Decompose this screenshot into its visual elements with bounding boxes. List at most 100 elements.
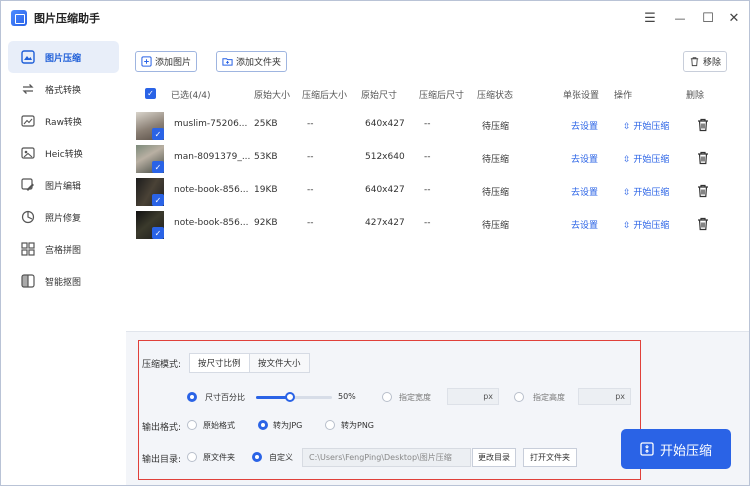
original-dim: 640x427 <box>365 119 405 129</box>
trash-icon <box>690 57 699 67</box>
delete-icon[interactable] <box>697 184 709 198</box>
smart-cutout-icon <box>21 274 35 288</box>
sidebar-item-grid-collage[interactable]: 宫格拼图 <box>8 233 119 265</box>
width-radio[interactable] <box>382 392 392 402</box>
sidebar-item-photo-repair[interactable]: 照片修复 <box>8 201 119 233</box>
table-row: ✓ man-8091379_... 53KB -- 512x640 -- 待压缩… <box>126 143 746 176</box>
file-name: muslim-75206... <box>174 119 248 129</box>
delete-icon[interactable] <box>697 151 709 165</box>
height-label: 指定高度 <box>533 393 565 402</box>
remove-button[interactable]: 移除 <box>683 51 728 72</box>
compress-icon: ⇳ <box>623 122 634 132</box>
size-percent-radio[interactable] <box>187 392 197 402</box>
header-original-size: 原始大小 <box>254 91 291 101</box>
file-name: note-book-856... <box>174 185 249 195</box>
format-png-label: 转为PNG <box>341 421 375 430</box>
sidebar-item-heic-convert[interactable]: Heic转换 <box>8 137 119 169</box>
sidebar-item-label: 照片修复 <box>45 213 82 224</box>
close-button[interactable]: ✕ <box>725 9 743 27</box>
format-jpg-label: 转为JPG <box>273 421 303 430</box>
format-original-label: 原始格式 <box>203 421 235 430</box>
start-compress-link[interactable]: ⇳ 开始压缩 <box>623 152 669 165</box>
original-dim: 512x640 <box>365 152 405 162</box>
setting-link[interactable]: 去设置 <box>571 218 598 231</box>
tab-by-file-size[interactable]: 按文件大小 <box>250 353 310 373</box>
compressed-dim: -- <box>424 218 431 228</box>
start-compress-button[interactable]: 开始压缩 <box>621 429 731 469</box>
thumbnail[interactable]: ✓ <box>136 112 164 140</box>
sidebar-item-label: 格式转换 <box>45 85 82 96</box>
format-convert-icon <box>22 84 34 94</box>
maximize-button[interactable]: ☐ <box>699 9 717 27</box>
row-checkbox[interactable]: ✓ <box>152 128 164 140</box>
dir-custom-radio[interactable] <box>252 452 262 462</box>
open-folder-button[interactable]: 打开文件夹 <box>523 448 577 467</box>
row-checkbox[interactable]: ✓ <box>152 161 164 173</box>
thumbnail[interactable]: ✓ <box>136 178 164 206</box>
size-percent-label: 尺寸百分比 <box>205 393 245 402</box>
delete-icon[interactable] <box>697 118 709 132</box>
image-edit-icon <box>21 178 34 191</box>
status: 待压缩 <box>482 221 510 231</box>
height-input[interactable]: px <box>578 388 631 405</box>
sidebar-item-image-compress[interactable]: 图片压缩 <box>8 41 119 73</box>
table-row: ✓ note-book-856... 19KB -- 640x427 -- 待压… <box>126 176 746 209</box>
setting-link[interactable]: 去设置 <box>571 185 598 198</box>
grid-collage-icon <box>21 242 35 256</box>
add-image-icon <box>141 56 152 67</box>
format-png-radio[interactable] <box>325 420 335 430</box>
header-selected: 已选(4/4) <box>171 91 211 101</box>
format-original-radio[interactable] <box>187 420 197 430</box>
row-checkbox[interactable]: ✓ <box>152 227 164 239</box>
start-compress-link[interactable]: ⇳ 开始压缩 <box>623 119 669 132</box>
row-checkbox[interactable]: ✓ <box>152 194 164 206</box>
main-panel: 添加图片 添加文件夹 移除 ✓ 已选(4/4) 原始大小 压缩后大小 原始尺寸 … <box>126 41 749 485</box>
original-size: 92KB <box>254 218 278 228</box>
compressed-size: -- <box>307 218 314 228</box>
header-delete: 删除 <box>686 91 705 101</box>
tab-by-size-ratio[interactable]: 按尺寸比例 <box>189 353 250 373</box>
thumbnail[interactable]: ✓ <box>136 145 164 173</box>
menu-icon[interactable]: ☰ <box>641 9 659 27</box>
delete-icon[interactable] <box>697 217 709 231</box>
sidebar-item-label: 智能抠图 <box>45 277 82 288</box>
height-radio[interactable] <box>514 392 524 402</box>
minimize-button[interactable]: — <box>671 9 689 27</box>
status: 待压缩 <box>482 188 510 198</box>
dir-custom-label: 自定义 <box>269 453 293 462</box>
file-name: man-8091379_... <box>174 152 251 162</box>
dir-label: 输出目录: <box>142 455 182 465</box>
output-path-input[interactable]: C:\Users\FengPing\Desktop\图片压缩 <box>302 448 471 467</box>
start-compress-link[interactable]: ⇳ 开始压缩 <box>623 218 669 231</box>
width-input[interactable]: px <box>447 388 499 405</box>
sidebar-item-label: 图片压缩 <box>45 53 82 64</box>
app-logo-icon <box>11 10 27 26</box>
format-jpg-radio[interactable] <box>258 420 268 430</box>
add-folder-button[interactable]: 添加文件夹 <box>216 51 288 72</box>
compress-icon: ⇳ <box>623 188 634 198</box>
sidebar-item-format-convert[interactable]: 格式转换 <box>8 73 119 105</box>
status: 待压缩 <box>482 122 510 132</box>
sidebar-item-image-edit[interactable]: 图片编辑 <box>8 169 119 201</box>
compressed-dim: -- <box>424 119 431 129</box>
setting-link[interactable]: 去设置 <box>571 152 598 165</box>
setting-link[interactable]: 去设置 <box>571 119 598 132</box>
mode-label: 压缩模式: <box>142 360 182 370</box>
sidebar-item-smart-cutout[interactable]: 智能抠图 <box>8 265 119 297</box>
dir-original-radio[interactable] <box>187 452 197 462</box>
slider-handle[interactable] <box>285 392 295 402</box>
change-dir-button[interactable]: 更改目录 <box>472 448 516 467</box>
add-image-button[interactable]: 添加图片 <box>135 51 198 72</box>
header-compressed-dim: 压缩后尺寸 <box>419 91 465 101</box>
compressed-dim: -- <box>424 152 431 162</box>
select-all-checkbox[interactable]: ✓ <box>145 88 156 99</box>
raw-convert-icon <box>21 115 35 127</box>
thumbnail[interactable]: ✓ <box>136 211 164 239</box>
start-compress-link[interactable]: ⇳ 开始压缩 <box>623 185 669 198</box>
compress-icon <box>640 442 654 456</box>
original-size: 25KB <box>254 119 278 129</box>
sidebar-item-label: 图片编辑 <box>45 181 82 192</box>
original-dim: 427x427 <box>365 218 405 228</box>
sidebar-item-raw-convert[interactable]: Raw转换 <box>8 105 119 137</box>
format-label: 输出格式: <box>142 423 182 433</box>
